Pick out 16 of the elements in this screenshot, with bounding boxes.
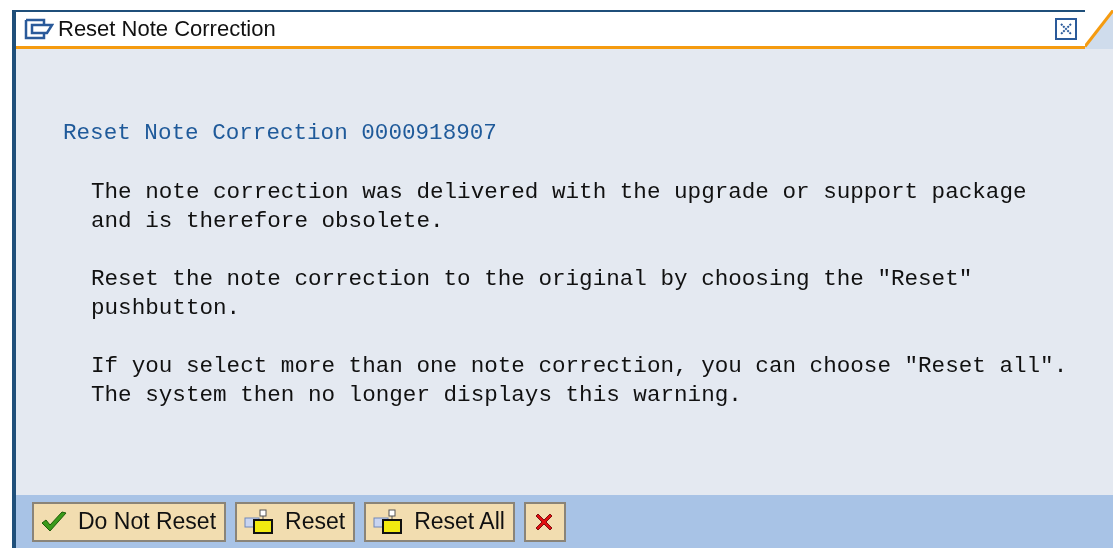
message-text: If you select more than one note correction, you can choose "Reset all". The system then no longer displays this warning.: [91, 352, 1069, 410]
message-text: The note correction was delivered with the upgrade or support package and is therefore obsolete.: [91, 178, 1028, 236]
title-bar-corner-drawing: [1085, 10, 1113, 49]
checkmark-icon: [40, 509, 68, 534]
reset-button[interactable]: Reset All: [364, 501, 515, 542]
window-title: Reset Note Correction: [58, 16, 276, 42]
cancel-button[interactable]: [523, 501, 566, 542]
close-icon: [1060, 23, 1072, 35]
reset-button[interactable]: Reset: [235, 501, 356, 542]
do-not-reset-button[interactable]: Do Not Reset: [32, 501, 227, 542]
message-heading: Reset Note Correction 0000918907: [63, 119, 498, 148]
dialog-icon: [24, 18, 54, 40]
transport-icon: [372, 507, 405, 536]
message-text: Reset the note correction to the original by choosing the "Reset" pushbutton.: [91, 265, 974, 323]
transport-icon: [243, 507, 276, 536]
close-button[interactable]: [1055, 18, 1077, 40]
